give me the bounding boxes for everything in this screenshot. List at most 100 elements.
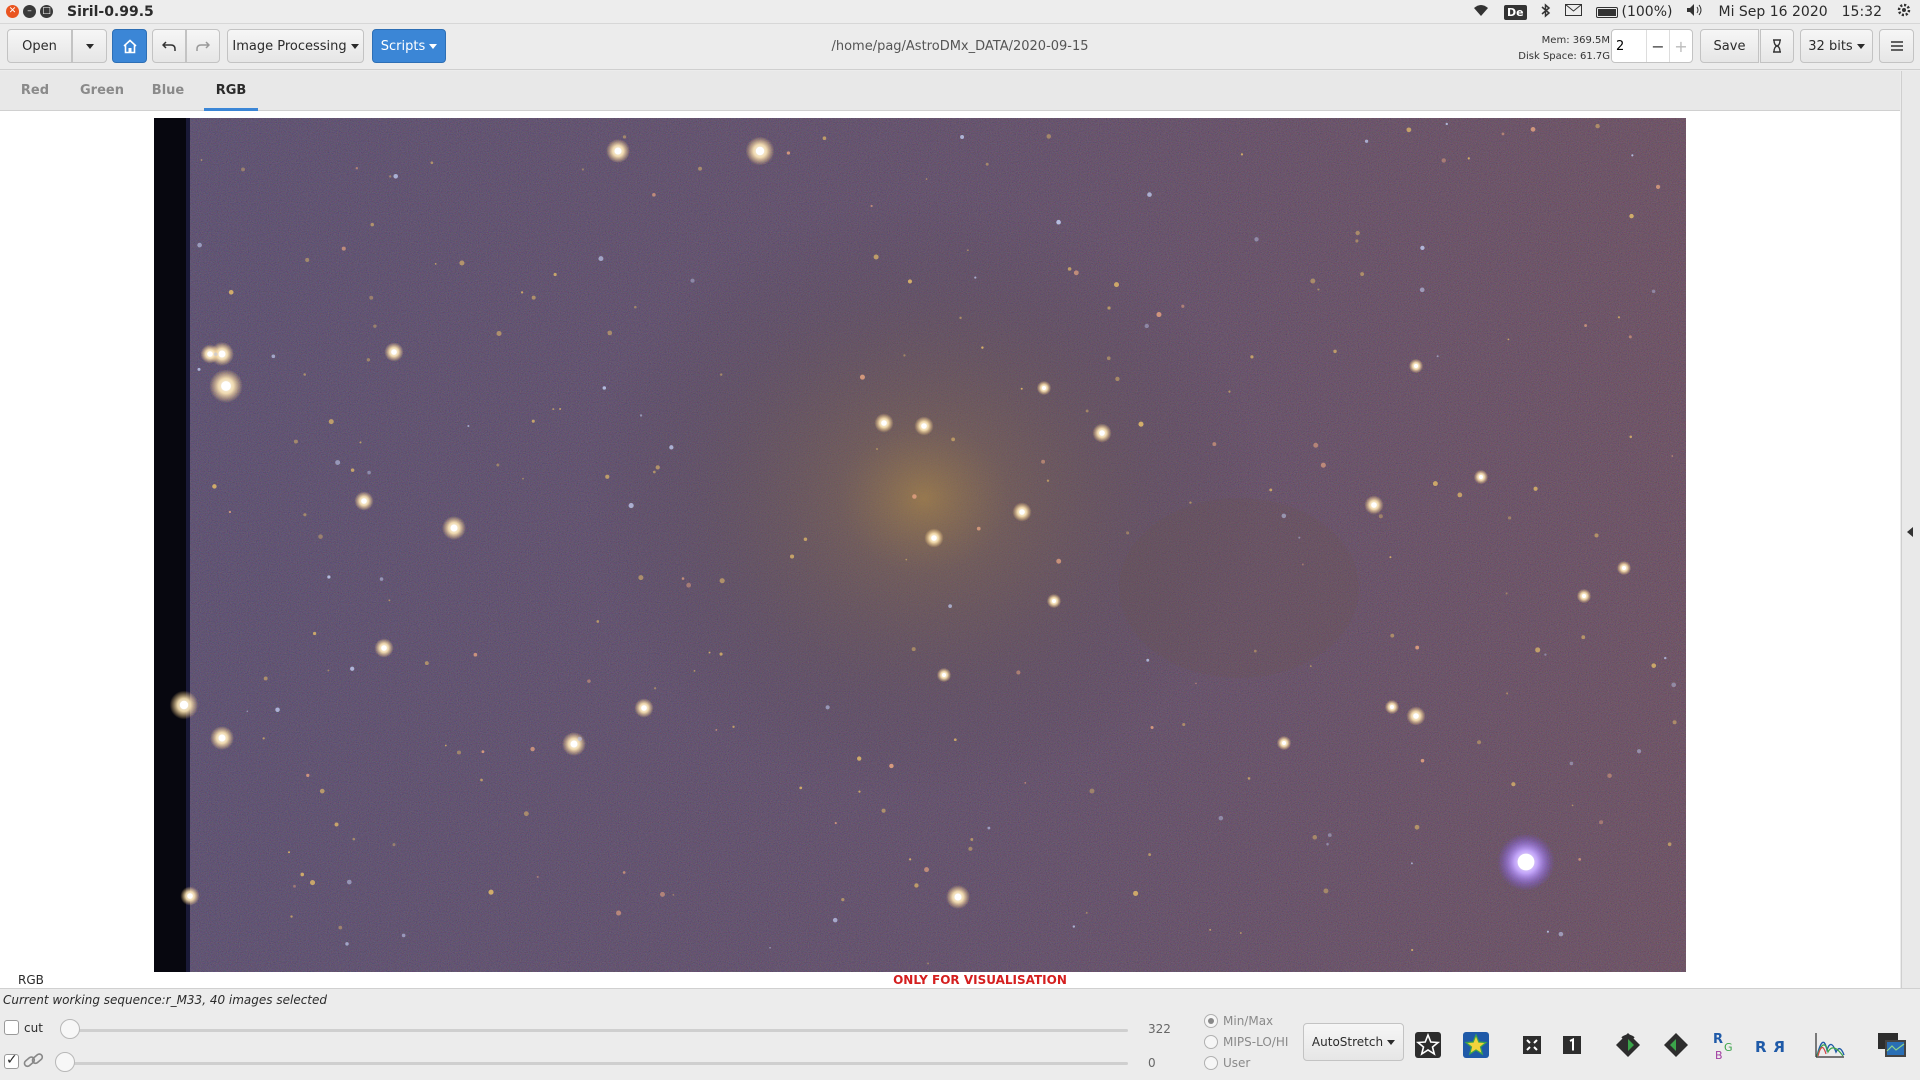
right-panel-toggle[interactable] — [1901, 71, 1920, 988]
increment-icon[interactable]: + — [1669, 30, 1692, 62]
undo-button[interactable] — [152, 29, 186, 63]
svg-text:B: B — [1715, 1049, 1723, 1061]
wifi-icon[interactable] — [1472, 3, 1490, 21]
battery-icon — [1595, 6, 1618, 18]
svg-text:R: R — [1755, 1038, 1767, 1056]
radio-mips[interactable]: MIPS-LO/HI — [1204, 1035, 1288, 1049]
scripts-menu-button[interactable]: Scripts — [372, 29, 446, 63]
autostretch-label: AutoStretch — [1311, 1035, 1384, 1049]
tab-red[interactable]: Red — [14, 71, 56, 111]
undo-icon — [162, 41, 176, 51]
astro-image-m33[interactable] — [154, 118, 1686, 972]
chevron-down-icon — [1856, 43, 1865, 49]
image-processing-menu-button[interactable]: Image Processing — [227, 29, 364, 63]
zoom-one-button[interactable] — [1554, 1025, 1590, 1065]
radio-dot-icon — [1204, 1014, 1218, 1028]
false-color-button[interactable] — [1410, 1025, 1446, 1065]
zoom-fit-button[interactable] — [1514, 1025, 1550, 1065]
threads-spinbutton: − + — [1611, 29, 1693, 63]
low-value: 0 — [1148, 1056, 1156, 1070]
svg-text:R: R — [1713, 1032, 1723, 1047]
chevron-down-icon — [350, 43, 359, 49]
main-menu-button[interactable] — [1879, 29, 1914, 63]
flip-vertical-button[interactable]: RGB — [1706, 1025, 1742, 1065]
window-close-icon[interactable]: ✕ — [6, 5, 19, 18]
radio-dot-icon — [1204, 1056, 1218, 1070]
threads-input[interactable] — [1612, 30, 1646, 62]
grid-icon — [1523, 1036, 1541, 1054]
memory-usage: Mem: 369.5M — [1541, 35, 1610, 46]
screens-icon — [1878, 1033, 1906, 1057]
chevron-down-icon — [1387, 1039, 1396, 1045]
mail-icon[interactable] — [1564, 4, 1582, 20]
home-button[interactable] — [112, 29, 147, 63]
low-slider-track[interactable] — [60, 1062, 1128, 1065]
tab-blue[interactable]: Blue — [148, 71, 188, 111]
app-title: Siril-0.99.5 — [67, 3, 154, 20]
mirror-horizontal-button[interactable]: RR — [1752, 1025, 1788, 1065]
histogram-button[interactable] — [1812, 1025, 1848, 1065]
open-button[interactable]: Open — [7, 29, 72, 63]
cut-checkbox[interactable] — [4, 1020, 19, 1035]
display-screens-button[interactable] — [1874, 1025, 1910, 1065]
battery-indicator[interactable]: (100%) — [1595, 4, 1673, 20]
sequence-status: Current working sequence:r_M33, 40 image… — [3, 993, 328, 1007]
radio-user-label: User — [1223, 1056, 1251, 1070]
main-toolbar: Open Image Processing Scripts /home/pag/… — [0, 25, 1920, 70]
window-maximize-icon[interactable]: □ — [40, 5, 53, 18]
keyboard-layout-indicator[interactable]: De — [1503, 4, 1527, 20]
tab-green[interactable]: Green — [76, 71, 128, 111]
star-outline-icon — [1415, 1032, 1441, 1058]
radio-dot-icon — [1204, 1035, 1218, 1049]
hourglass-icon — [1773, 39, 1781, 53]
redo-button[interactable] — [186, 29, 220, 63]
window-minimize-icon[interactable]: – — [23, 5, 36, 18]
volume-icon[interactable] — [1686, 3, 1704, 21]
high-slider-knob[interactable] — [60, 1019, 80, 1039]
open-button-label: Open — [22, 38, 57, 54]
image-canvas[interactable]: RGB ONLY FOR VISUALISATION — [0, 111, 1900, 988]
open-recent-dropdown-button[interactable] — [72, 29, 107, 63]
radio-user[interactable]: User — [1204, 1056, 1250, 1070]
battery-level: (100%) — [1621, 4, 1673, 20]
bit-depth-label: 32 bits — [1808, 38, 1853, 54]
bit-depth-dropdown[interactable]: 32 bits — [1800, 29, 1873, 63]
save-button[interactable]: Save — [1700, 29, 1759, 63]
visualisation-notice: ONLY FOR VISUALISATION — [893, 973, 1067, 987]
color-saturation-button[interactable] — [1458, 1025, 1494, 1065]
channel-tabs: Red Green Blue RGB — [0, 71, 1900, 111]
system-tray: De (100%) Mi Sep 16 2020 15:32 — [1472, 0, 1912, 24]
date-display[interactable]: Mi Sep 16 2020 — [1718, 4, 1827, 20]
rotate-right-icon — [1664, 1033, 1688, 1057]
chevron-down-icon — [85, 43, 94, 49]
svg-text:R: R — [1773, 1038, 1785, 1056]
memory-disk-info: Mem: 369.5M Disk Space: 61.7G — [1518, 33, 1610, 65]
autostretch-dropdown[interactable]: AutoStretch — [1303, 1023, 1404, 1061]
chevron-down-icon — [429, 43, 438, 49]
scripts-label: Scripts — [380, 38, 426, 54]
high-slider-track[interactable] — [66, 1029, 1128, 1032]
image-processing-label: Image Processing — [232, 38, 347, 54]
radio-mips-label: MIPS-LO/HI — [1223, 1035, 1289, 1049]
one-to-one-icon — [1563, 1036, 1581, 1054]
time-display[interactable]: 15:32 — [1842, 4, 1882, 20]
low-slider-knob[interactable] — [55, 1052, 75, 1072]
settings-gear-icon[interactable] — [1896, 2, 1912, 22]
rotate-left-icon — [1616, 1033, 1640, 1057]
radio-minmax[interactable]: Min/Max — [1204, 1014, 1273, 1028]
tab-rgb[interactable]: RGB — [204, 71, 258, 111]
mirror-rgb-icon: RR — [1755, 1038, 1785, 1056]
rotate-left-button[interactable] — [1610, 1025, 1646, 1065]
save-as-button[interactable] — [1760, 29, 1794, 63]
link-checkbox[interactable] — [4, 1052, 19, 1069]
hamburger-menu-icon — [1890, 41, 1903, 51]
chevron-left-icon — [1907, 527, 1913, 537]
rotate-right-button[interactable] — [1658, 1025, 1694, 1065]
decrement-icon[interactable]: − — [1646, 30, 1669, 62]
radio-minmax-label: Min/Max — [1223, 1014, 1274, 1028]
star-color-icon — [1463, 1032, 1489, 1058]
bluetooth-icon[interactable] — [1541, 2, 1551, 22]
redo-icon — [196, 41, 210, 51]
link-chain-icon — [22, 1050, 46, 1076]
flip-rgb-icon: RGB — [1713, 1032, 1733, 1061]
